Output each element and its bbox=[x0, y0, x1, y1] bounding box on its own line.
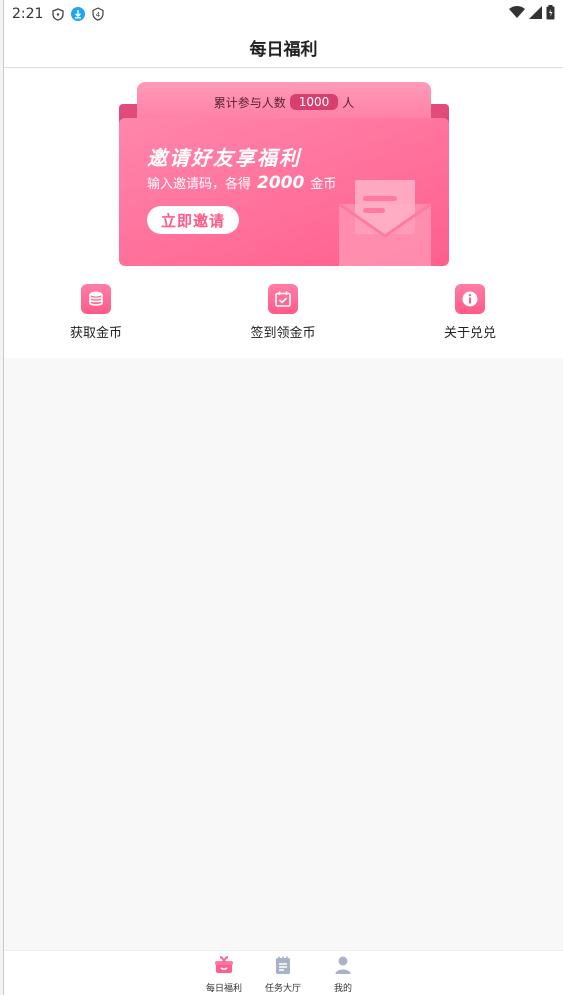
invite-headline: 邀请好友享福利 bbox=[147, 146, 301, 170]
feature-row: 获取金币 签到领金币 关于兑兑 bbox=[4, 284, 563, 344]
badge-4-icon: 4 bbox=[91, 7, 105, 21]
calendar-check-icon bbox=[268, 284, 298, 314]
user-icon bbox=[333, 955, 353, 979]
participants-count: 1000 bbox=[289, 94, 339, 110]
feature-checkin-coins[interactable]: 签到领金币 bbox=[223, 284, 343, 341]
feature-about[interactable]: 关于兑兑 bbox=[410, 284, 530, 341]
participants-unit: 人 bbox=[342, 95, 355, 110]
download-icon bbox=[71, 7, 86, 21]
feature-get-coins[interactable]: 获取金币 bbox=[36, 284, 156, 341]
feature-label: 关于兑兑 bbox=[443, 326, 496, 341]
participants-tab: 累计参与人数 1000 人 bbox=[137, 82, 431, 122]
gift-icon bbox=[214, 955, 234, 979]
content-area bbox=[4, 358, 563, 950]
envelope-icon bbox=[337, 180, 433, 266]
tab-daily-welfare[interactable]: 每日福利 bbox=[199, 955, 249, 994]
page-title: 每日福利 bbox=[249, 40, 318, 60]
coins-icon bbox=[81, 284, 111, 314]
tab-task-hall[interactable]: 任务大厅 bbox=[258, 955, 308, 994]
bottom-tabbar: 每日福利 任务大厅 我的 bbox=[4, 950, 563, 995]
participants-label: 累计参与人数 bbox=[213, 95, 286, 110]
subline-prefix: 输入邀请码，各得 bbox=[147, 177, 252, 192]
shield-icon bbox=[51, 7, 65, 21]
reward-amount: 2000 bbox=[257, 173, 305, 193]
top-section: 累计参与人数 1000 人 邀请好友享福利 输入邀请码，各得 2000 金币 立… bbox=[4, 68, 563, 358]
info-icon bbox=[455, 284, 485, 314]
invite-card: 邀请好友享福利 输入邀请码，各得 2000 金币 立即邀请 bbox=[119, 118, 449, 266]
signal-icon bbox=[529, 5, 542, 23]
tab-label: 每日福利 bbox=[205, 984, 242, 994]
feature-label: 签到领金币 bbox=[250, 326, 316, 341]
header: 每日福利 bbox=[4, 28, 563, 68]
tab-label: 我的 bbox=[333, 984, 352, 994]
feature-label: 获取金币 bbox=[69, 326, 122, 341]
subline-suffix: 金币 bbox=[310, 177, 337, 192]
status-bar: 2:21 4 bbox=[4, 0, 563, 28]
badge-number: 4 bbox=[96, 11, 101, 19]
invite-now-button[interactable]: 立即邀请 bbox=[147, 206, 239, 234]
battery-icon bbox=[546, 4, 555, 24]
wifi-icon bbox=[509, 5, 525, 23]
invite-subline: 输入邀请码，各得 2000 金币 bbox=[147, 173, 336, 193]
invite-banner[interactable]: 累计参与人数 1000 人 邀请好友享福利 输入邀请码，各得 2000 金币 立… bbox=[119, 82, 449, 266]
status-time: 2:21 bbox=[12, 6, 44, 22]
tab-label: 任务大厅 bbox=[264, 984, 301, 994]
notepad-icon bbox=[273, 955, 293, 979]
tab-mine[interactable]: 我的 bbox=[318, 955, 368, 994]
